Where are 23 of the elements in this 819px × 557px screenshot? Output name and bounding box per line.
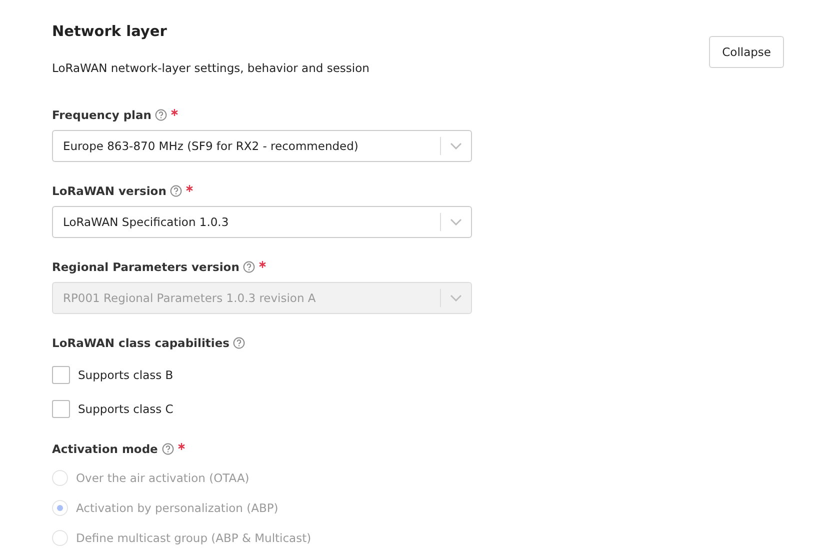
select-field[interactable]: LoRaWAN Specification 1.0.3 [52,206,472,238]
section-description: LoRaWAN network-layer settings, behavior and session [52,60,370,76]
radio-label: Define multicast group (ABP & Multicast) [76,531,312,545]
checkbox-label: Supports class C [78,402,174,416]
checkbox[interactable] [52,400,70,418]
checkbox[interactable] [52,366,70,384]
collapse-button[interactable]: Collapse [709,36,784,68]
field-label: Frequency plan [52,108,152,122]
field-label: LoRaWAN class capabilities [52,336,230,350]
field-label: LoRaWAN version [52,184,166,198]
caret-icon [450,142,462,150]
radio-label: Over the air activation (OTAA) [76,471,250,485]
help-icon[interactable] [170,185,182,197]
caret-icon [450,218,462,226]
section-title: Network layer [52,23,168,42]
select-field[interactable]: Europe 863-870 MHz (SF9 for RX2 - recommended) [52,130,472,162]
help-icon[interactable] [155,109,168,121]
checkbox-label: Supports class B [78,368,174,382]
radio-label: Activation by personalization (ABP) [76,501,278,515]
caret-icon [450,294,462,302]
help-icon[interactable] [233,337,246,349]
field-label: Regional Parameters version [52,260,240,274]
field-label: Activation mode [52,442,158,456]
